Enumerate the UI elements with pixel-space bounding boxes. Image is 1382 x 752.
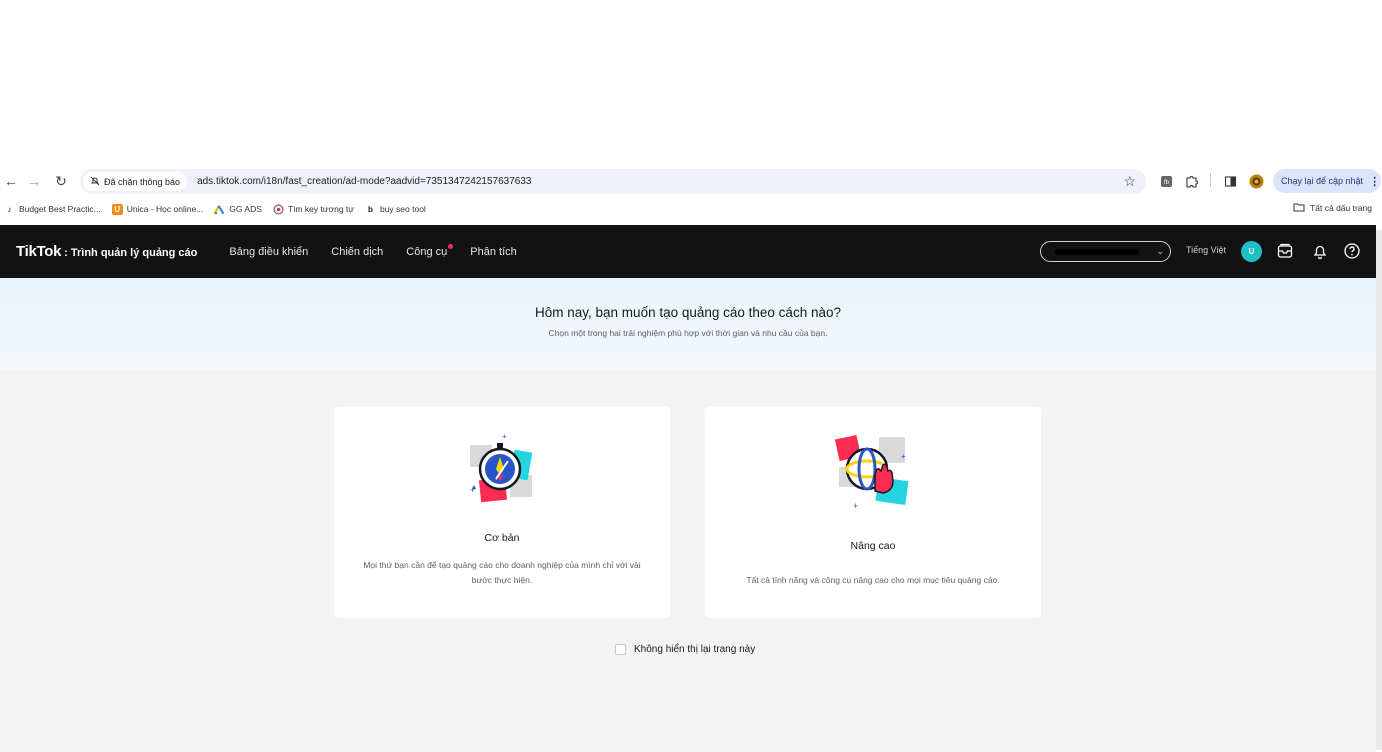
nav-analytics[interactable]: Phân tích (470, 246, 516, 258)
account-selector[interactable]: ⌄ (1040, 241, 1171, 262)
basic-card-title: Cơ bản (484, 532, 520, 544)
reload-icon[interactable]: ↻ (52, 172, 70, 190)
bookmark-label: Unica - Học online... (126, 204, 204, 214)
brand[interactable]: TikTok : Trình quản lý quảng cáo (16, 243, 197, 260)
dont-show-again-option[interactable]: Không hiển thị lại trang này (615, 644, 755, 655)
svg-text:+: + (853, 501, 858, 511)
stopwatch-rocket-icon: + + (462, 431, 542, 516)
bookmark-item[interactable]: b buy seo tool (365, 204, 426, 215)
unica-icon: U (111, 203, 123, 215)
all-bookmarks-label: Tất cả dấu trang (1310, 203, 1372, 213)
globe-hand-icon: + + (831, 429, 915, 518)
dont-show-again-label: Không hiển thị lại trang này (634, 644, 756, 655)
page-title: Hôm nay, bạn muốn tạo quảng cáo theo các… (535, 305, 841, 320)
bell-icon[interactable] (1311, 242, 1329, 260)
blocked-notice-label: Đã chặn thông báo (104, 176, 181, 187)
bookmark-item[interactable]: Tìm key tương tự (273, 204, 354, 215)
bookmark-label: Budget Best Practic... (19, 204, 101, 214)
brand-subtitle: : Trình quản lý quảng cáo (64, 247, 198, 259)
nav-campaigns[interactable]: Chiến dịch (331, 246, 383, 258)
basic-card-description: Mọi thứ bạn cần để tạo quảng cáo cho doa… (363, 560, 641, 585)
chevron-down-icon: ⌄ (1156, 246, 1164, 256)
bookmark-item[interactable]: ♪ Budget Best Practic... (4, 204, 101, 215)
svg-text:+: + (502, 432, 507, 441)
main-content: + + Cơ bản Mọi thứ bạn cần để tạo quảng … (0, 370, 1376, 752)
bookmark-label: GG ADS (229, 204, 262, 214)
nav-tools[interactable]: Công cụ (406, 243, 454, 258)
browser-toolbar: ← → ↻ Đã chặn thông báo ads.tiktok.com/i… (0, 168, 1382, 195)
notification-blocked-chip[interactable]: Đã chặn thông báo (83, 172, 188, 191)
nav-dashboard[interactable]: Bảng điều khiển (229, 246, 308, 258)
help-icon[interactable] (1343, 242, 1361, 260)
bookmark-item[interactable]: U Unica - Học online... (111, 203, 204, 215)
notification-dot (448, 243, 454, 249)
side-panel-icon[interactable] (1222, 173, 1238, 189)
page-subtitle: Chọn một trong hai trải nghiệm phù hợp v… (548, 328, 828, 338)
tiktok-icon: ♪ (7, 204, 12, 214)
svg-text:fb: fb (1163, 180, 1169, 186)
folder-icon (1293, 202, 1305, 214)
forward-icon[interactable]: → (25, 172, 43, 190)
semrush-icon (273, 204, 284, 215)
update-button[interactable]: Chạy lại để cập nhật ⋮ (1273, 169, 1381, 193)
app-header: TikTok : Trình quản lý quảng cáo Bảng đi… (0, 225, 1376, 278)
language-selector[interactable]: Tiếng Việt (1186, 245, 1226, 255)
bookmark-star-icon[interactable]: ☆ (1123, 173, 1136, 190)
bookmark-label: Tìm key tương tự (287, 204, 354, 214)
address-bar[interactable]: Đã chặn thông báo ads.tiktok.com/i18n/fa… (80, 169, 1146, 194)
svg-text:+: + (901, 452, 906, 461)
basic-mode-card[interactable]: + + Cơ bản Mọi thứ bạn cần để tạo quảng … (334, 407, 670, 618)
puzzle-icon[interactable] (1183, 173, 1199, 189)
redacted-account-name (1055, 249, 1139, 255)
kebab-menu-icon: ⋮ (1369, 175, 1381, 188)
bookmark-item[interactable]: GG ADS (214, 204, 262, 215)
advanced-mode-card[interactable]: + + Nâng cao Tất cả tính năng và công cụ… (705, 407, 1041, 618)
toolbar-divider (1210, 173, 1211, 187)
hero-banner: Hôm nay, bạn muốn tạo quảng cáo theo các… (0, 278, 1376, 370)
main-nav: Bảng điều khiển Chiến dịch Công cụ Phân … (229, 243, 517, 258)
update-button-label: Chạy lại để cập nhật (1281, 176, 1364, 186)
advanced-card-title: Nâng cao (850, 540, 896, 552)
extension-icon[interactable]: fb (1158, 173, 1174, 189)
profile-icon[interactable] (1248, 173, 1264, 189)
nav-tools-label: Công cụ (406, 245, 448, 258)
bookmarks-bar: ♪ Budget Best Practic... U Unica - Học o… (0, 199, 1382, 219)
dont-show-again-checkbox[interactable] (615, 644, 626, 655)
url-text[interactable]: ads.tiktok.com/i18n/fast_creation/ad-mod… (197, 176, 531, 187)
inbox-icon[interactable] (1276, 242, 1294, 260)
all-bookmarks[interactable]: Tất cả dấu trang (1293, 202, 1372, 214)
bookmark-label: buy seo tool (379, 204, 426, 214)
bell-off-icon (90, 176, 100, 188)
b-icon: b (368, 204, 373, 214)
tiktok-logo: TikTok (16, 243, 62, 260)
page-scrollbar[interactable] (1376, 230, 1382, 750)
svg-text:+: + (470, 485, 475, 495)
back-icon[interactable]: ← (2, 172, 20, 190)
advanced-card-description: Tất cả tính năng và công cụ nâng cao cho… (746, 575, 1000, 585)
avatar[interactable]: U (1241, 241, 1262, 262)
google-ads-icon (214, 204, 225, 215)
